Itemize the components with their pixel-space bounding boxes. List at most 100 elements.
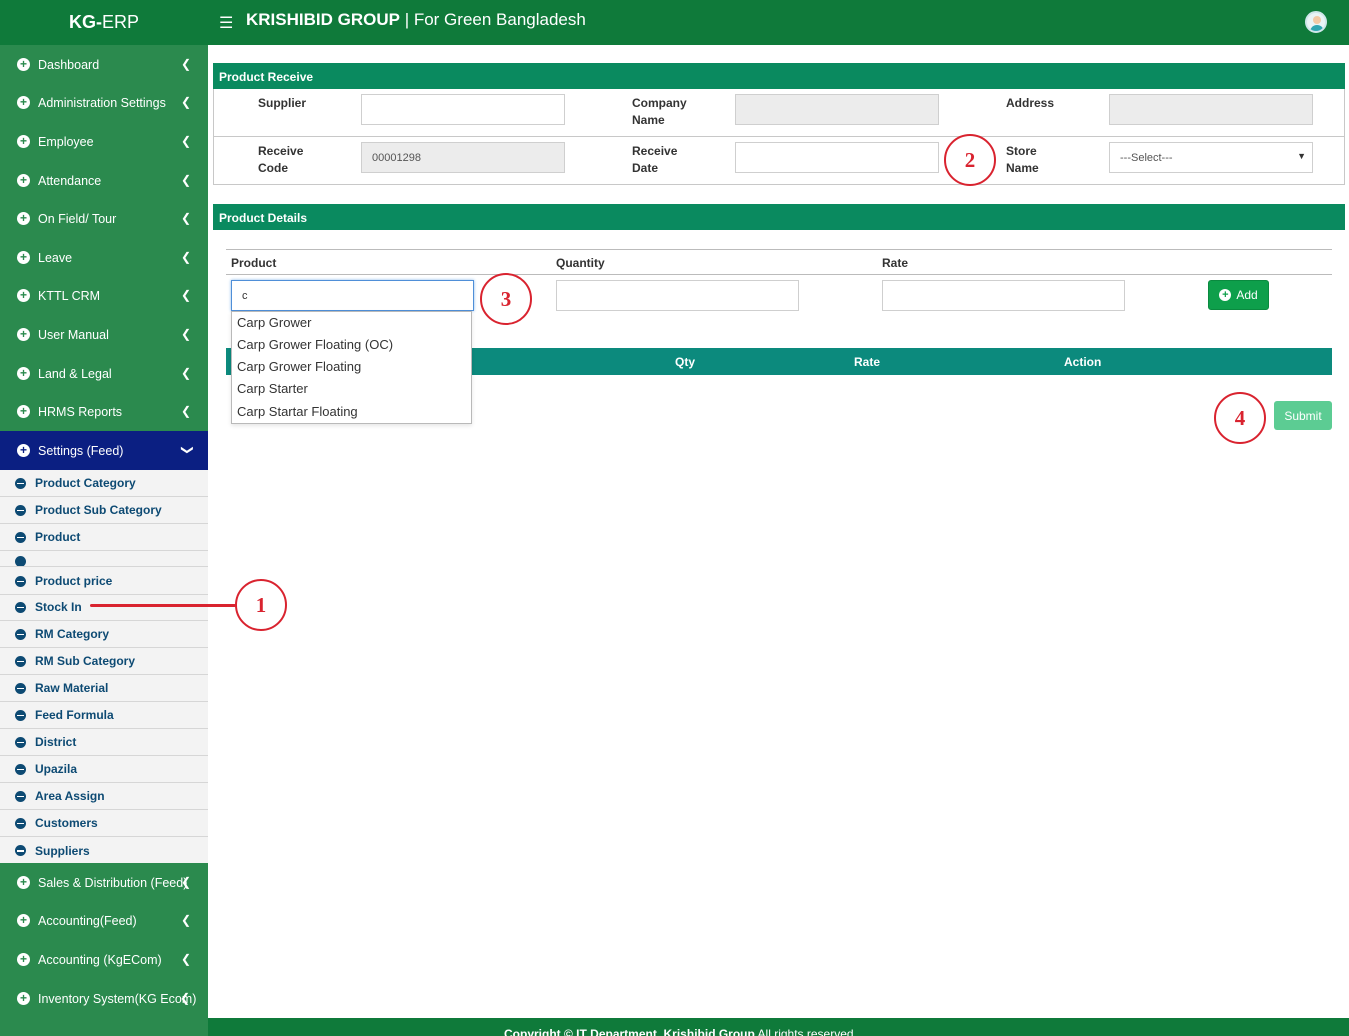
user-avatar-icon[interactable]	[1305, 11, 1327, 33]
submenu-item-district[interactable]: District	[0, 729, 208, 756]
submenu-item-product-sub-category[interactable]: Product Sub Category	[0, 497, 208, 524]
sidebar-item-accounting-feed[interactable]: + Accounting(Feed) ❮	[0, 901, 208, 940]
sidebar-item-label: Land & Legal	[38, 366, 112, 381]
minus-circle-icon	[15, 655, 26, 667]
submenu-item-product-price[interactable]: Product price	[0, 568, 208, 595]
plus-circle-icon: +	[17, 876, 30, 889]
sidebar-item-attendance[interactable]: + Attendance ❮	[0, 161, 208, 200]
sidebar-item-kttl-crm[interactable]: + KTTL CRM ❮	[0, 276, 208, 315]
sidebar-item-inventory-system[interactable]: + Inventory System(KG Ecom) ❮	[0, 979, 208, 1018]
minus-circle-icon	[15, 736, 26, 748]
submenu-item-label: RM Category	[35, 627, 110, 641]
supplier-input[interactable]	[361, 94, 565, 125]
company-name-label: Company Name	[632, 96, 687, 127]
minus-circle-icon	[15, 682, 26, 694]
plus-circle-icon: +	[17, 367, 30, 380]
submenu-item-stock-in[interactable]: Stock In	[0, 594, 208, 621]
chevron-left-icon: ❮	[180, 288, 191, 302]
chevron-left-icon: ❮	[180, 250, 191, 264]
sidebar-item-hrms-reports[interactable]: + HRMS Reports ❮	[0, 392, 208, 431]
product-autocomplete-list: Carp Grower Carp Grower Floating (OC) Ca…	[231, 311, 472, 424]
chevron-left-icon: ❮	[180, 404, 191, 418]
sidebar-item-label: Attendance	[38, 173, 102, 188]
chevron-left-icon: ❮	[179, 991, 190, 1005]
sidebar-item-label: Accounting (KgECom)	[38, 952, 162, 967]
footer-rights-text: All rights reserved.	[754, 1027, 857, 1036]
column-header-action: Action	[1064, 355, 1102, 369]
footer-copyright: Copyright © IT Department, Krishibid Gro…	[504, 1027, 857, 1036]
store-name-label: Store Name	[1006, 144, 1039, 175]
submit-button[interactable]: Submit	[1274, 401, 1332, 430]
header-title: KRISHIBID GROUP | For Green Bangladesh	[246, 10, 586, 30]
minus-circle-icon	[15, 845, 26, 856]
submenu-item-product[interactable]: Product	[0, 524, 208, 551]
plus-circle-icon: +	[17, 135, 30, 148]
plus-circle-icon: +	[17, 444, 30, 457]
sidebar-item-settings-feed[interactable]: + Settings (Feed) ❮	[0, 431, 208, 470]
submenu-item-product-category[interactable]: Product Category	[0, 470, 208, 497]
chevron-left-icon: ❮	[180, 875, 191, 889]
receive-date-input[interactable]	[735, 142, 939, 173]
rate-label: Rate	[882, 256, 909, 270]
sidebar-item-leave[interactable]: + Leave ❮	[0, 238, 208, 277]
callout-marker-1: 1	[235, 579, 287, 631]
submenu-item-label: Product Sub Category	[35, 503, 162, 517]
column-header-rate: Rate	[854, 355, 881, 369]
chevron-left-icon: ❮	[180, 913, 191, 927]
supplier-label: Supplier	[258, 96, 307, 110]
sidebar-item-label: Sales & Distribution (Feed)	[38, 875, 188, 890]
sidebar-item-user-manual[interactable]: + User Manual ❮	[0, 315, 208, 354]
product-details-header: Product Details	[213, 204, 1345, 230]
add-button-label: Add	[1236, 288, 1258, 302]
minus-circle-icon	[15, 628, 26, 640]
add-button[interactable]: + Add	[1208, 280, 1269, 310]
submenu-item-customers[interactable]: Customers	[0, 810, 208, 837]
submenu-item-feed-formula[interactable]: Feed Formula	[0, 702, 208, 729]
sidebar-item-employee[interactable]: + Employee ❮	[0, 122, 208, 161]
sidebar-item-sales-distribution-feed[interactable]: + Sales & Distribution (Feed) ❮	[0, 863, 208, 902]
sidebar-item-land-legal[interactable]: + Land & Legal ❮	[0, 354, 208, 393]
minus-circle-icon	[15, 556, 26, 566]
product-search-input[interactable]	[231, 280, 474, 311]
quantity-input[interactable]	[556, 280, 799, 311]
callout-marker-2: 2	[944, 134, 996, 186]
submenu-item-rm-sub-category[interactable]: RM Sub Category	[0, 648, 208, 675]
dropdown-arrow-icon: ▼	[1297, 151, 1306, 161]
autocomplete-option[interactable]: Carp Grower	[232, 312, 471, 334]
submenu-item-label: Product price	[35, 574, 113, 588]
chevron-left-icon: ❮	[180, 57, 191, 71]
submenu-item-clipped	[0, 551, 208, 567]
autocomplete-option[interactable]: Carp Startar Floating	[232, 401, 471, 423]
minus-circle-icon	[15, 477, 26, 489]
autocomplete-option[interactable]: Carp Grower Floating (OC)	[232, 334, 471, 356]
submenu-item-suppliers[interactable]: Suppliers	[0, 837, 208, 864]
brand-logo[interactable]: KG- ERP	[0, 0, 208, 45]
quantity-label: Quantity	[556, 256, 605, 270]
hamburger-icon[interactable]: ☰	[219, 13, 233, 33]
store-name-select[interactable]: ---Select--- ▼	[1109, 142, 1313, 173]
plus-circle-icon: +	[17, 251, 30, 264]
submenu-item-label: Customers	[35, 816, 98, 830]
sidebar-item-administration-settings[interactable]: + Administration Settings ❮	[0, 83, 208, 122]
rate-input[interactable]	[882, 280, 1125, 311]
minus-circle-icon	[15, 575, 26, 587]
submenu-item-upazila[interactable]: Upazila	[0, 756, 208, 783]
sidebar-item-label: Administration Settings	[38, 95, 166, 110]
sidebar-item-accounting-kgecom[interactable]: + Accounting (KgECom) ❮	[0, 940, 208, 979]
submenu-item-raw-material[interactable]: Raw Material	[0, 675, 208, 702]
submenu-item-area-assign[interactable]: Area Assign	[0, 783, 208, 810]
submenu-item-rm-category[interactable]: RM Category	[0, 621, 208, 648]
minus-circle-icon	[15, 709, 26, 721]
sidebar-item-dashboard[interactable]: + Dashboard ❮	[0, 45, 208, 84]
autocomplete-option[interactable]: Carp Grower Floating	[232, 356, 471, 378]
plus-circle-icon: +	[17, 953, 30, 966]
plus-circle-icon: +	[17, 328, 30, 341]
store-select-value: ---Select---	[1120, 151, 1173, 164]
sidebar-item-label: HRMS Reports	[38, 404, 123, 419]
chevron-left-icon: ❮	[180, 952, 191, 966]
sidebar-item-on-field-tour[interactable]: + On Field/ Tour ❮	[0, 199, 208, 238]
autocomplete-option[interactable]: Carp Starter	[232, 378, 471, 400]
plus-circle-icon: +	[17, 289, 30, 302]
tagline: | For Green Bangladesh	[399, 10, 586, 29]
callout-pointer-line	[90, 604, 236, 607]
